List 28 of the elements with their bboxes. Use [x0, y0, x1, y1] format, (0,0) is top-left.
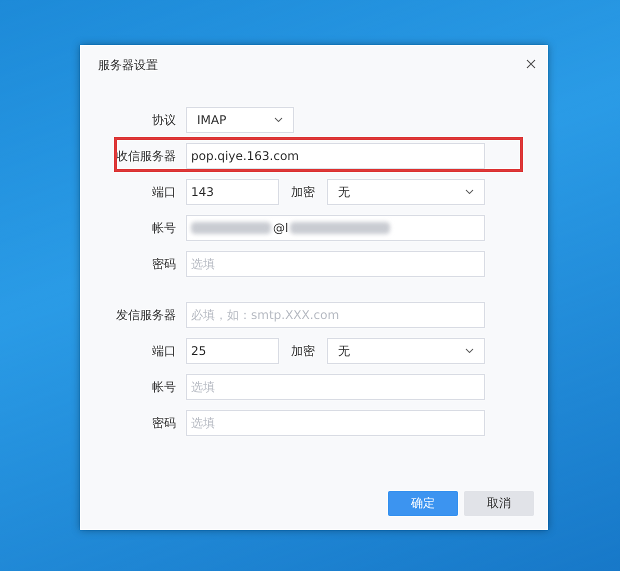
encryption-dropdown[interactable]: 无	[327, 338, 485, 364]
input-field[interactable]: pop.qiye.163.com	[186, 143, 485, 169]
chevron-down-icon	[465, 348, 474, 354]
cancel-button[interactable]: 取消	[464, 491, 534, 516]
input-field[interactable]: 选填	[186, 251, 485, 277]
close-button[interactable]	[524, 57, 538, 71]
field-label: 发信服务器	[115, 306, 177, 324]
protocol-dropdown[interactable]: IMAP	[186, 107, 294, 133]
close-icon	[526, 59, 536, 69]
field-label: 加密	[290, 184, 316, 200]
input-field[interactable]: 选填	[186, 410, 485, 436]
input-field[interactable]: @l	[186, 215, 485, 241]
field-label: 端口	[151, 342, 177, 360]
input-field[interactable]: 选填	[186, 374, 485, 400]
field-label: 端口	[151, 184, 177, 200]
window-title: 服务器设置	[98, 57, 158, 73]
field-label: 密码	[151, 414, 177, 432]
field-label: 帐号	[151, 220, 177, 236]
field-label: 密码	[151, 256, 177, 272]
port-field[interactable]: 143	[186, 179, 279, 205]
input-field[interactable]: 必填，如：smtp.XXX.com	[186, 302, 485, 328]
field-label: 协议	[151, 112, 177, 128]
field-label: 帐号	[151, 378, 177, 396]
field-label: 加密	[290, 342, 316, 360]
chevron-down-icon	[274, 117, 283, 123]
encryption-dropdown[interactable]: 无	[327, 179, 485, 205]
chevron-down-icon	[465, 189, 474, 195]
port-field[interactable]: 25	[186, 338, 279, 364]
